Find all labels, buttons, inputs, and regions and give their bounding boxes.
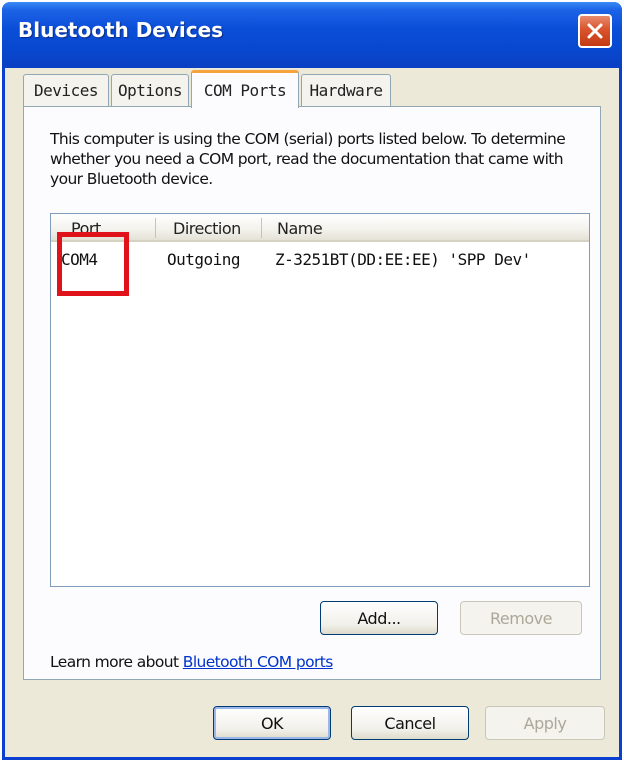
annotation-highlight-box — [57, 232, 129, 296]
cell-name: Z-3251BT(DD:EE:EE) 'SPP Dev' — [275, 250, 531, 269]
title-bar[interactable]: Bluetooth Devices — [2, 2, 622, 68]
tab-hardware[interactable]: Hardware — [301, 74, 391, 106]
remove-button[interactable]: Remove — [460, 601, 582, 635]
learn-more-text: Learn more about — [50, 653, 179, 671]
cancel-button[interactable]: Cancel — [351, 706, 469, 740]
tab-options[interactable]: Options — [111, 74, 189, 106]
tab-devices[interactable]: Devices — [23, 74, 109, 106]
tab-com-ports[interactable]: COM Ports — [191, 70, 299, 108]
close-button[interactable] — [578, 14, 612, 48]
learn-more-line: Learn more about Bluetooth COM ports — [50, 653, 333, 671]
panel-description: This computer is using the COM (serial) … — [50, 130, 566, 188]
bluetooth-com-ports-link[interactable]: Bluetooth COM ports — [183, 653, 334, 671]
bluetooth-devices-dialog: Bluetooth Devices Devices Options COM Po… — [2, 2, 622, 760]
column-header-direction[interactable]: Direction — [173, 214, 241, 242]
cell-direction: Outgoing — [167, 250, 241, 269]
list-header: Port Direction Name — [51, 214, 589, 242]
column-divider[interactable] — [261, 218, 262, 238]
close-x-icon — [587, 23, 603, 39]
com-ports-list[interactable]: Port Direction Name COM4 Outgoing Z-3251… — [50, 213, 590, 587]
column-divider[interactable] — [155, 218, 156, 238]
column-header-name[interactable]: Name — [277, 214, 323, 242]
ok-button[interactable]: OK — [213, 706, 331, 740]
window-title: Bluetooth Devices — [18, 18, 224, 42]
com-ports-panel: This computer is using the COM (serial) … — [23, 106, 601, 680]
add-button[interactable]: Add... — [320, 601, 438, 635]
apply-button[interactable]: Apply — [485, 706, 605, 740]
